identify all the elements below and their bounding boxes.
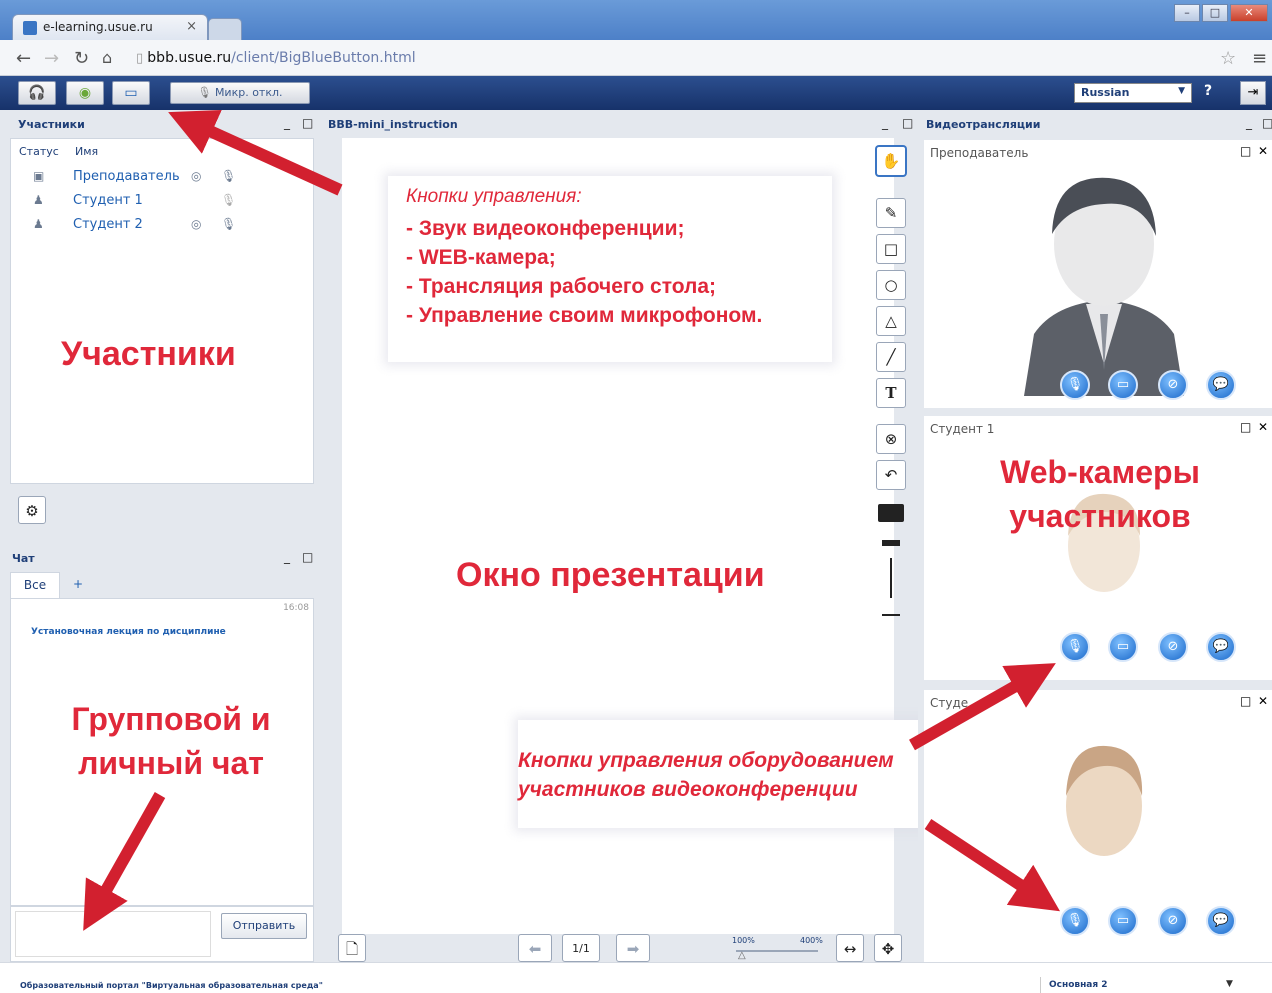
arrow-to-chat-input (83, 792, 166, 931)
footer-text: Образовательный портал "Виртуальная обра… (20, 981, 323, 990)
footer: Образовательный портал "Виртуальная обра… (0, 962, 1272, 993)
arrow-to-cam2-controls (909, 663, 1056, 751)
layout-value: Основная 2 (1049, 980, 1108, 990)
arrow-to-cam3-controls (924, 818, 1061, 912)
layout-select[interactable]: Основная 2 (1040, 977, 1220, 993)
annotation-arrows (83, 110, 1061, 931)
arrow-to-toolbar (168, 110, 343, 196)
chevron-down-icon[interactable]: ▼ (1226, 979, 1233, 989)
